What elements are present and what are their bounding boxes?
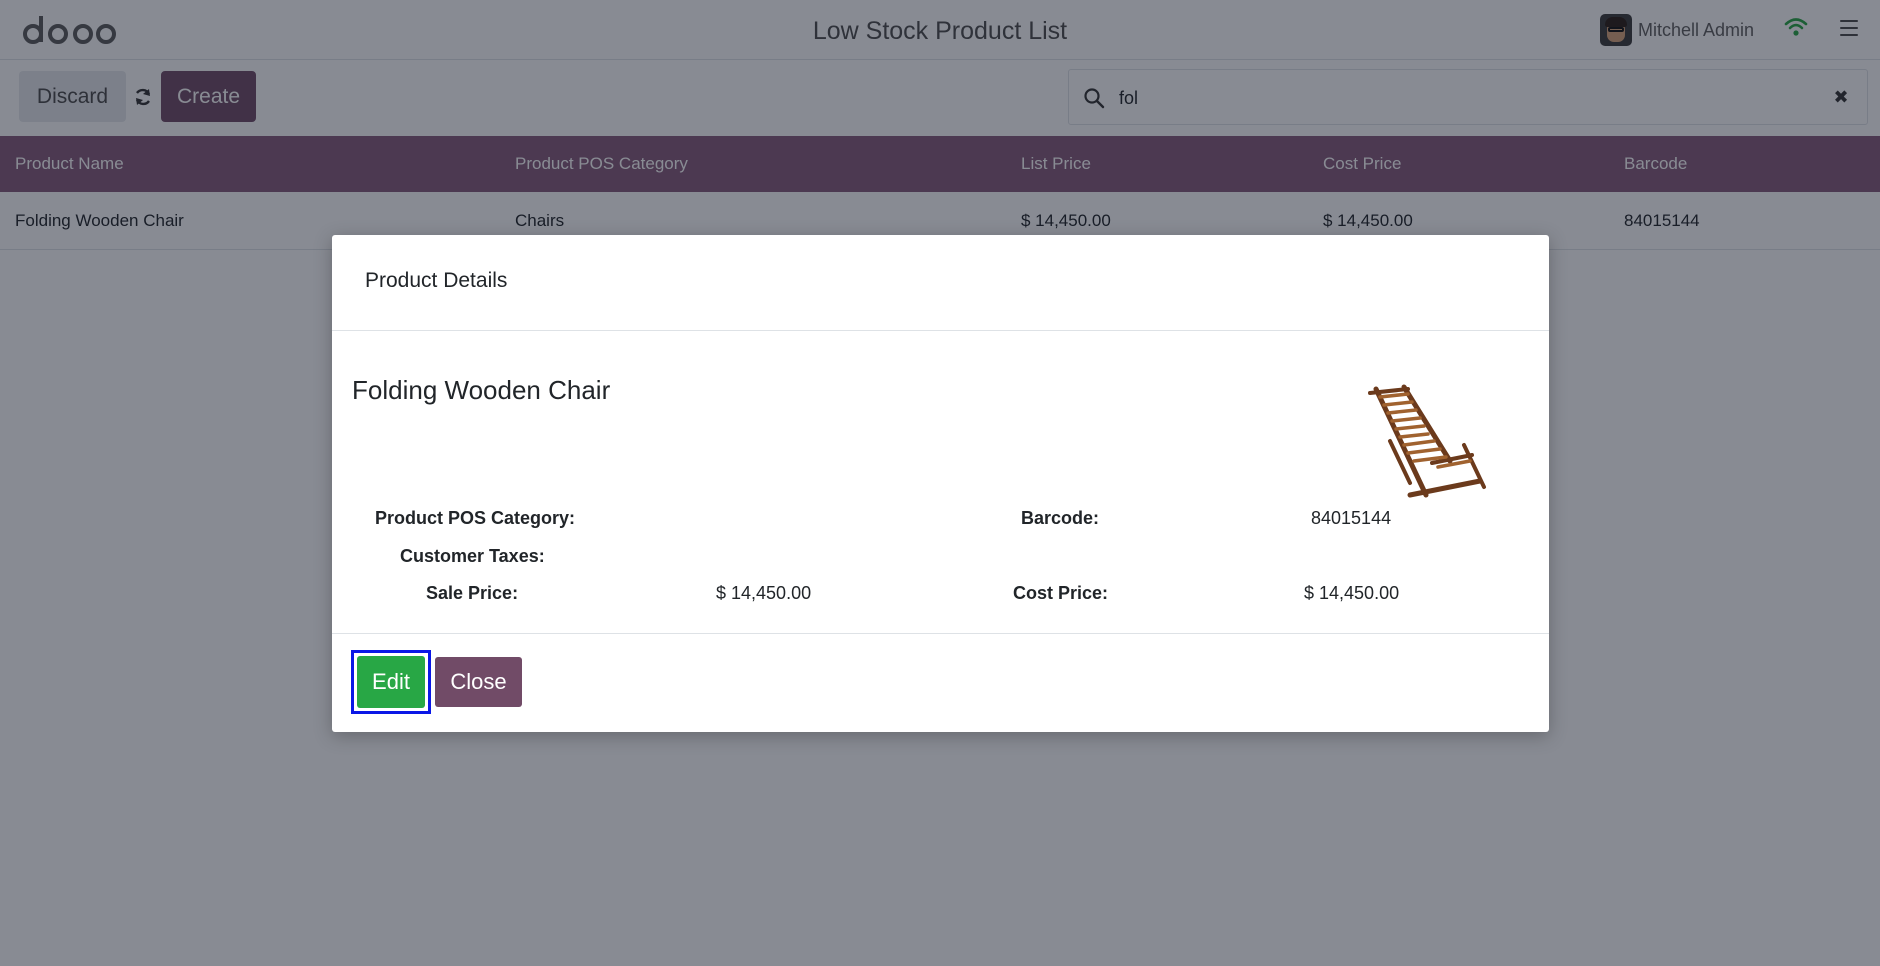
label-pos-category: Product POS Category:	[375, 508, 576, 528]
label-barcode: Barcode:	[1021, 508, 1100, 528]
modal-footer: Edit Close	[332, 633, 1549, 732]
value-cost-price: $ 14,450.00	[1304, 583, 1400, 603]
product-name-heading: Folding Wooden Chair	[352, 375, 611, 405]
value-sale-price: $ 14,450.00	[716, 583, 812, 603]
modal-title: Product Details	[365, 269, 508, 292]
edit-button[interactable]: Edit	[357, 656, 425, 708]
label-customer-taxes: Customer Taxes:	[400, 546, 545, 566]
value-barcode: 84015144	[1311, 508, 1392, 528]
product-image	[1368, 384, 1486, 498]
edit-button-highlight: Edit	[351, 650, 431, 714]
label-cost-price: Cost Price:	[1013, 583, 1109, 603]
product-details-dialog: Product Details Folding Wooden Chair Pro…	[332, 235, 1549, 732]
close-button[interactable]: Close	[435, 657, 522, 707]
modal-header: Product Details	[332, 235, 1549, 331]
label-sale-price: Sale Price:	[426, 583, 519, 603]
